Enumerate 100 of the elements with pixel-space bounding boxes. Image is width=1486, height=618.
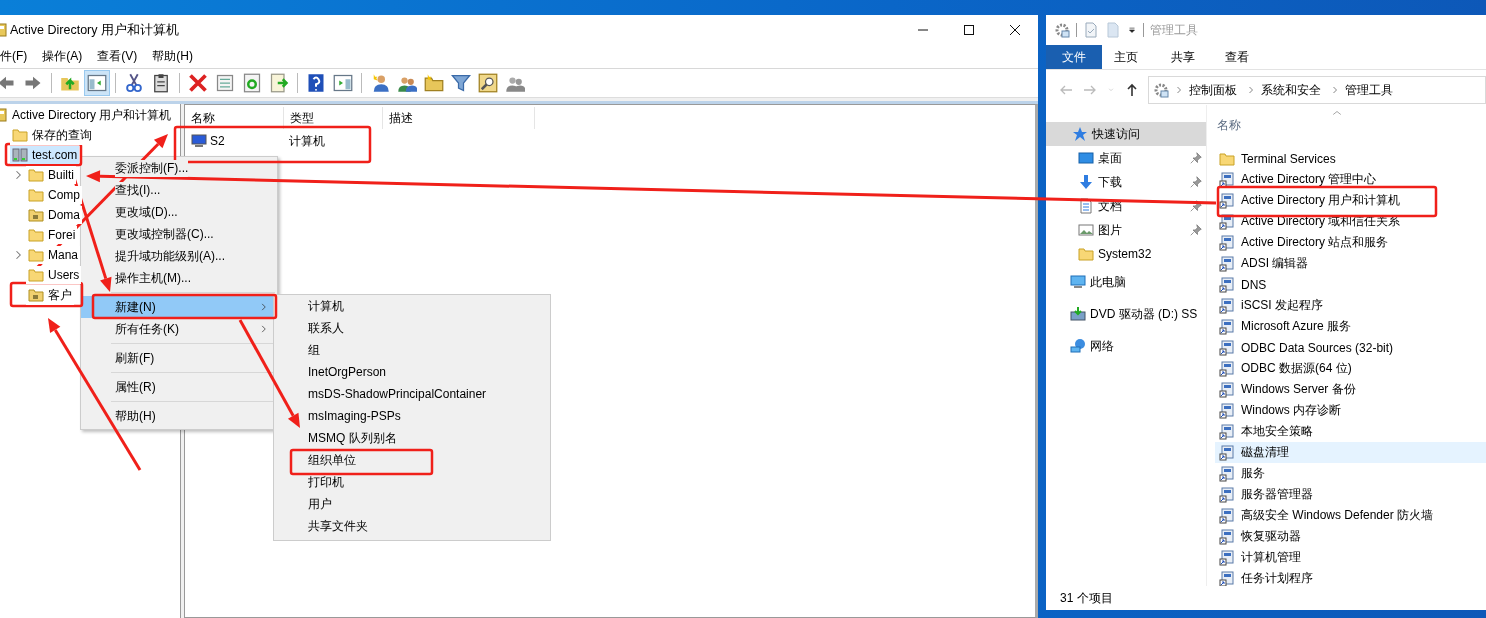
menu-item[interactable]: 件(F) bbox=[0, 48, 28, 65]
column-header[interactable]: 类型 bbox=[284, 106, 383, 129]
tree-item[interactable]: test.com bbox=[10, 146, 80, 164]
file-item[interactable]: 服务 bbox=[1215, 463, 1486, 484]
nav-item[interactable]: 桌面 bbox=[1046, 146, 1206, 170]
menu-item[interactable]: 组织单位 bbox=[274, 449, 550, 471]
address-bar[interactable]: 控制面板 系统和安全 管理工具 bbox=[1148, 76, 1486, 104]
file-item[interactable]: Windows 内存诊断 bbox=[1215, 400, 1486, 421]
column-header[interactable]: 名称 bbox=[1215, 113, 1486, 137]
file-item[interactable]: ADSI 编辑器 bbox=[1215, 253, 1486, 274]
file-item[interactable]: ODBC Data Sources (32-bit) bbox=[1215, 337, 1486, 358]
file-item[interactable]: ODBC 数据源(64 位) bbox=[1215, 358, 1486, 379]
nav-item[interactable]: System32 bbox=[1046, 242, 1206, 266]
file-item[interactable]: 高级安全 Windows Defender 防火墙 bbox=[1215, 505, 1486, 526]
console-tree-icon[interactable] bbox=[85, 71, 109, 95]
location-icon bbox=[1078, 246, 1094, 262]
tree-item[interactable]: Builti bbox=[26, 166, 76, 184]
location-icon bbox=[1078, 174, 1094, 190]
shortcut-icon bbox=[1219, 549, 1235, 566]
file-item[interactable]: Windows Server 备份 bbox=[1215, 379, 1486, 400]
dropdown-icon[interactable] bbox=[1127, 25, 1137, 35]
properties-icon[interactable] bbox=[1083, 22, 1099, 38]
folder-icon bbox=[28, 287, 44, 303]
menu-item[interactable]: msImaging-PSPs bbox=[274, 405, 550, 427]
menu-item[interactable]: 组 bbox=[274, 339, 550, 361]
shortcut-icon bbox=[1219, 381, 1235, 398]
menu-item[interactable]: MSMQ 队列别名 bbox=[274, 427, 550, 449]
column-header[interactable]: 描述 bbox=[383, 106, 535, 129]
shortcut-icon bbox=[1219, 360, 1235, 377]
tree-item[interactable]: Forei bbox=[26, 226, 78, 244]
file-item[interactable]: 恢复驱动器 bbox=[1215, 526, 1486, 547]
menu-item[interactable]: 帮助(H) bbox=[152, 48, 193, 65]
tree-item[interactable]: Mana bbox=[26, 246, 81, 264]
folder-icon bbox=[28, 167, 44, 183]
menu-item[interactable]: 联系人 bbox=[274, 317, 550, 339]
tree-item[interactable]: Comp bbox=[26, 186, 82, 204]
file-item[interactable]: 本地安全策略 bbox=[1215, 421, 1486, 442]
ribbon-tab[interactable]: 查看 bbox=[1210, 45, 1264, 69]
file-item[interactable]: Terminal Services bbox=[1215, 148, 1486, 169]
file-item[interactable]: Active Directory 用户和计算机 bbox=[1215, 190, 1486, 211]
nav-item[interactable]: 网络 bbox=[1046, 330, 1206, 362]
breadcrumb-item[interactable]: 控制面板 bbox=[1189, 81, 1237, 99]
shortcut-icon bbox=[1219, 192, 1235, 209]
menu-item[interactable]: 用户 bbox=[274, 493, 550, 515]
menu-item[interactable]: 更改域控制器(C)... bbox=[81, 223, 277, 245]
file-item[interactable]: Microsoft Azure 服务 bbox=[1215, 316, 1486, 337]
file-item[interactable]: iSCSI 发起程序 bbox=[1215, 295, 1486, 316]
shortcut-icon bbox=[1219, 507, 1235, 524]
menu-item[interactable]: msDS-ShadowPrincipalContainer bbox=[274, 383, 550, 405]
breadcrumb-item[interactable]: 系统和安全 bbox=[1261, 81, 1321, 99]
file-item[interactable]: Active Directory 站点和服务 bbox=[1215, 232, 1486, 253]
menu-item[interactable]: 查看(V) bbox=[97, 48, 138, 65]
window-title: 管理工具 bbox=[1150, 21, 1198, 39]
breadcrumb-item[interactable]: 管理工具 bbox=[1345, 81, 1393, 99]
menu-item[interactable]: 打印机 bbox=[274, 471, 550, 493]
tree-item[interactable]: Doma bbox=[26, 206, 82, 224]
file-item[interactable]: Active Directory 管理中心 bbox=[1215, 169, 1486, 190]
window-title: Active Directory 用户和计算机 bbox=[10, 21, 179, 39]
menu-item[interactable]: 查找(I)... bbox=[81, 179, 277, 201]
folder-icon bbox=[28, 267, 44, 283]
close-icon[interactable] bbox=[1007, 22, 1023, 38]
shortcut-icon bbox=[1219, 171, 1235, 188]
menu-item[interactable]: 更改域(D)... bbox=[81, 201, 277, 223]
pin-icon bbox=[1190, 224, 1202, 236]
menu-item[interactable]: InetOrgPerson bbox=[274, 361, 550, 383]
file-item[interactable]: 计算机管理 bbox=[1215, 547, 1486, 568]
tools-icon[interactable] bbox=[1054, 22, 1070, 38]
menu-item[interactable]: 共享文件夹 bbox=[274, 515, 550, 537]
menu-item[interactable]: 操作(A) bbox=[42, 48, 83, 65]
nav-item[interactable]: 快速访问 bbox=[1046, 122, 1206, 146]
maximize-icon[interactable] bbox=[961, 22, 977, 38]
folder-icon bbox=[28, 207, 44, 223]
file-item[interactable]: 服务器管理器 bbox=[1215, 484, 1486, 505]
shortcut-icon bbox=[1219, 528, 1235, 545]
tree-item[interactable]: 客户 bbox=[26, 285, 74, 305]
nav-item[interactable]: DVD 驱动器 (D:) SS bbox=[1046, 298, 1206, 330]
nav-item[interactable]: 图片 bbox=[1046, 218, 1206, 242]
nav-item[interactable]: 下载 bbox=[1046, 170, 1206, 194]
star-icon bbox=[1072, 126, 1088, 142]
shortcut-icon bbox=[1219, 570, 1235, 586]
menu-item[interactable]: 操作主机(M)... bbox=[81, 267, 277, 289]
location-icon bbox=[1070, 338, 1086, 354]
tree-item[interactable]: Active Directory 用户和计算机 bbox=[0, 105, 174, 125]
nav-item[interactable]: 此电脑 bbox=[1046, 266, 1206, 298]
ribbon-tab[interactable]: 文件 bbox=[1046, 45, 1102, 69]
folder-icon bbox=[12, 127, 28, 143]
shortcut-icon bbox=[1219, 465, 1235, 482]
menu-item[interactable]: 计算机 bbox=[274, 295, 550, 317]
file-item[interactable]: 任务计划程序 bbox=[1215, 568, 1486, 586]
ribbon-tab[interactable]: 共享 bbox=[1156, 45, 1210, 69]
file-item[interactable]: DNS bbox=[1215, 274, 1486, 295]
tree-item[interactable]: Users bbox=[26, 266, 82, 284]
column-header[interactable]: 名称 bbox=[185, 106, 284, 129]
ribbon-tab[interactable]: 主页 bbox=[1102, 45, 1156, 69]
find-icon[interactable] bbox=[476, 71, 500, 95]
shortcut-icon bbox=[1219, 423, 1235, 440]
menu-item[interactable]: 提升域功能级别(A)... bbox=[81, 245, 277, 267]
computer-icon bbox=[191, 133, 207, 149]
folder-icon bbox=[28, 247, 44, 263]
file-item[interactable]: 磁盘清理 bbox=[1215, 442, 1486, 463]
